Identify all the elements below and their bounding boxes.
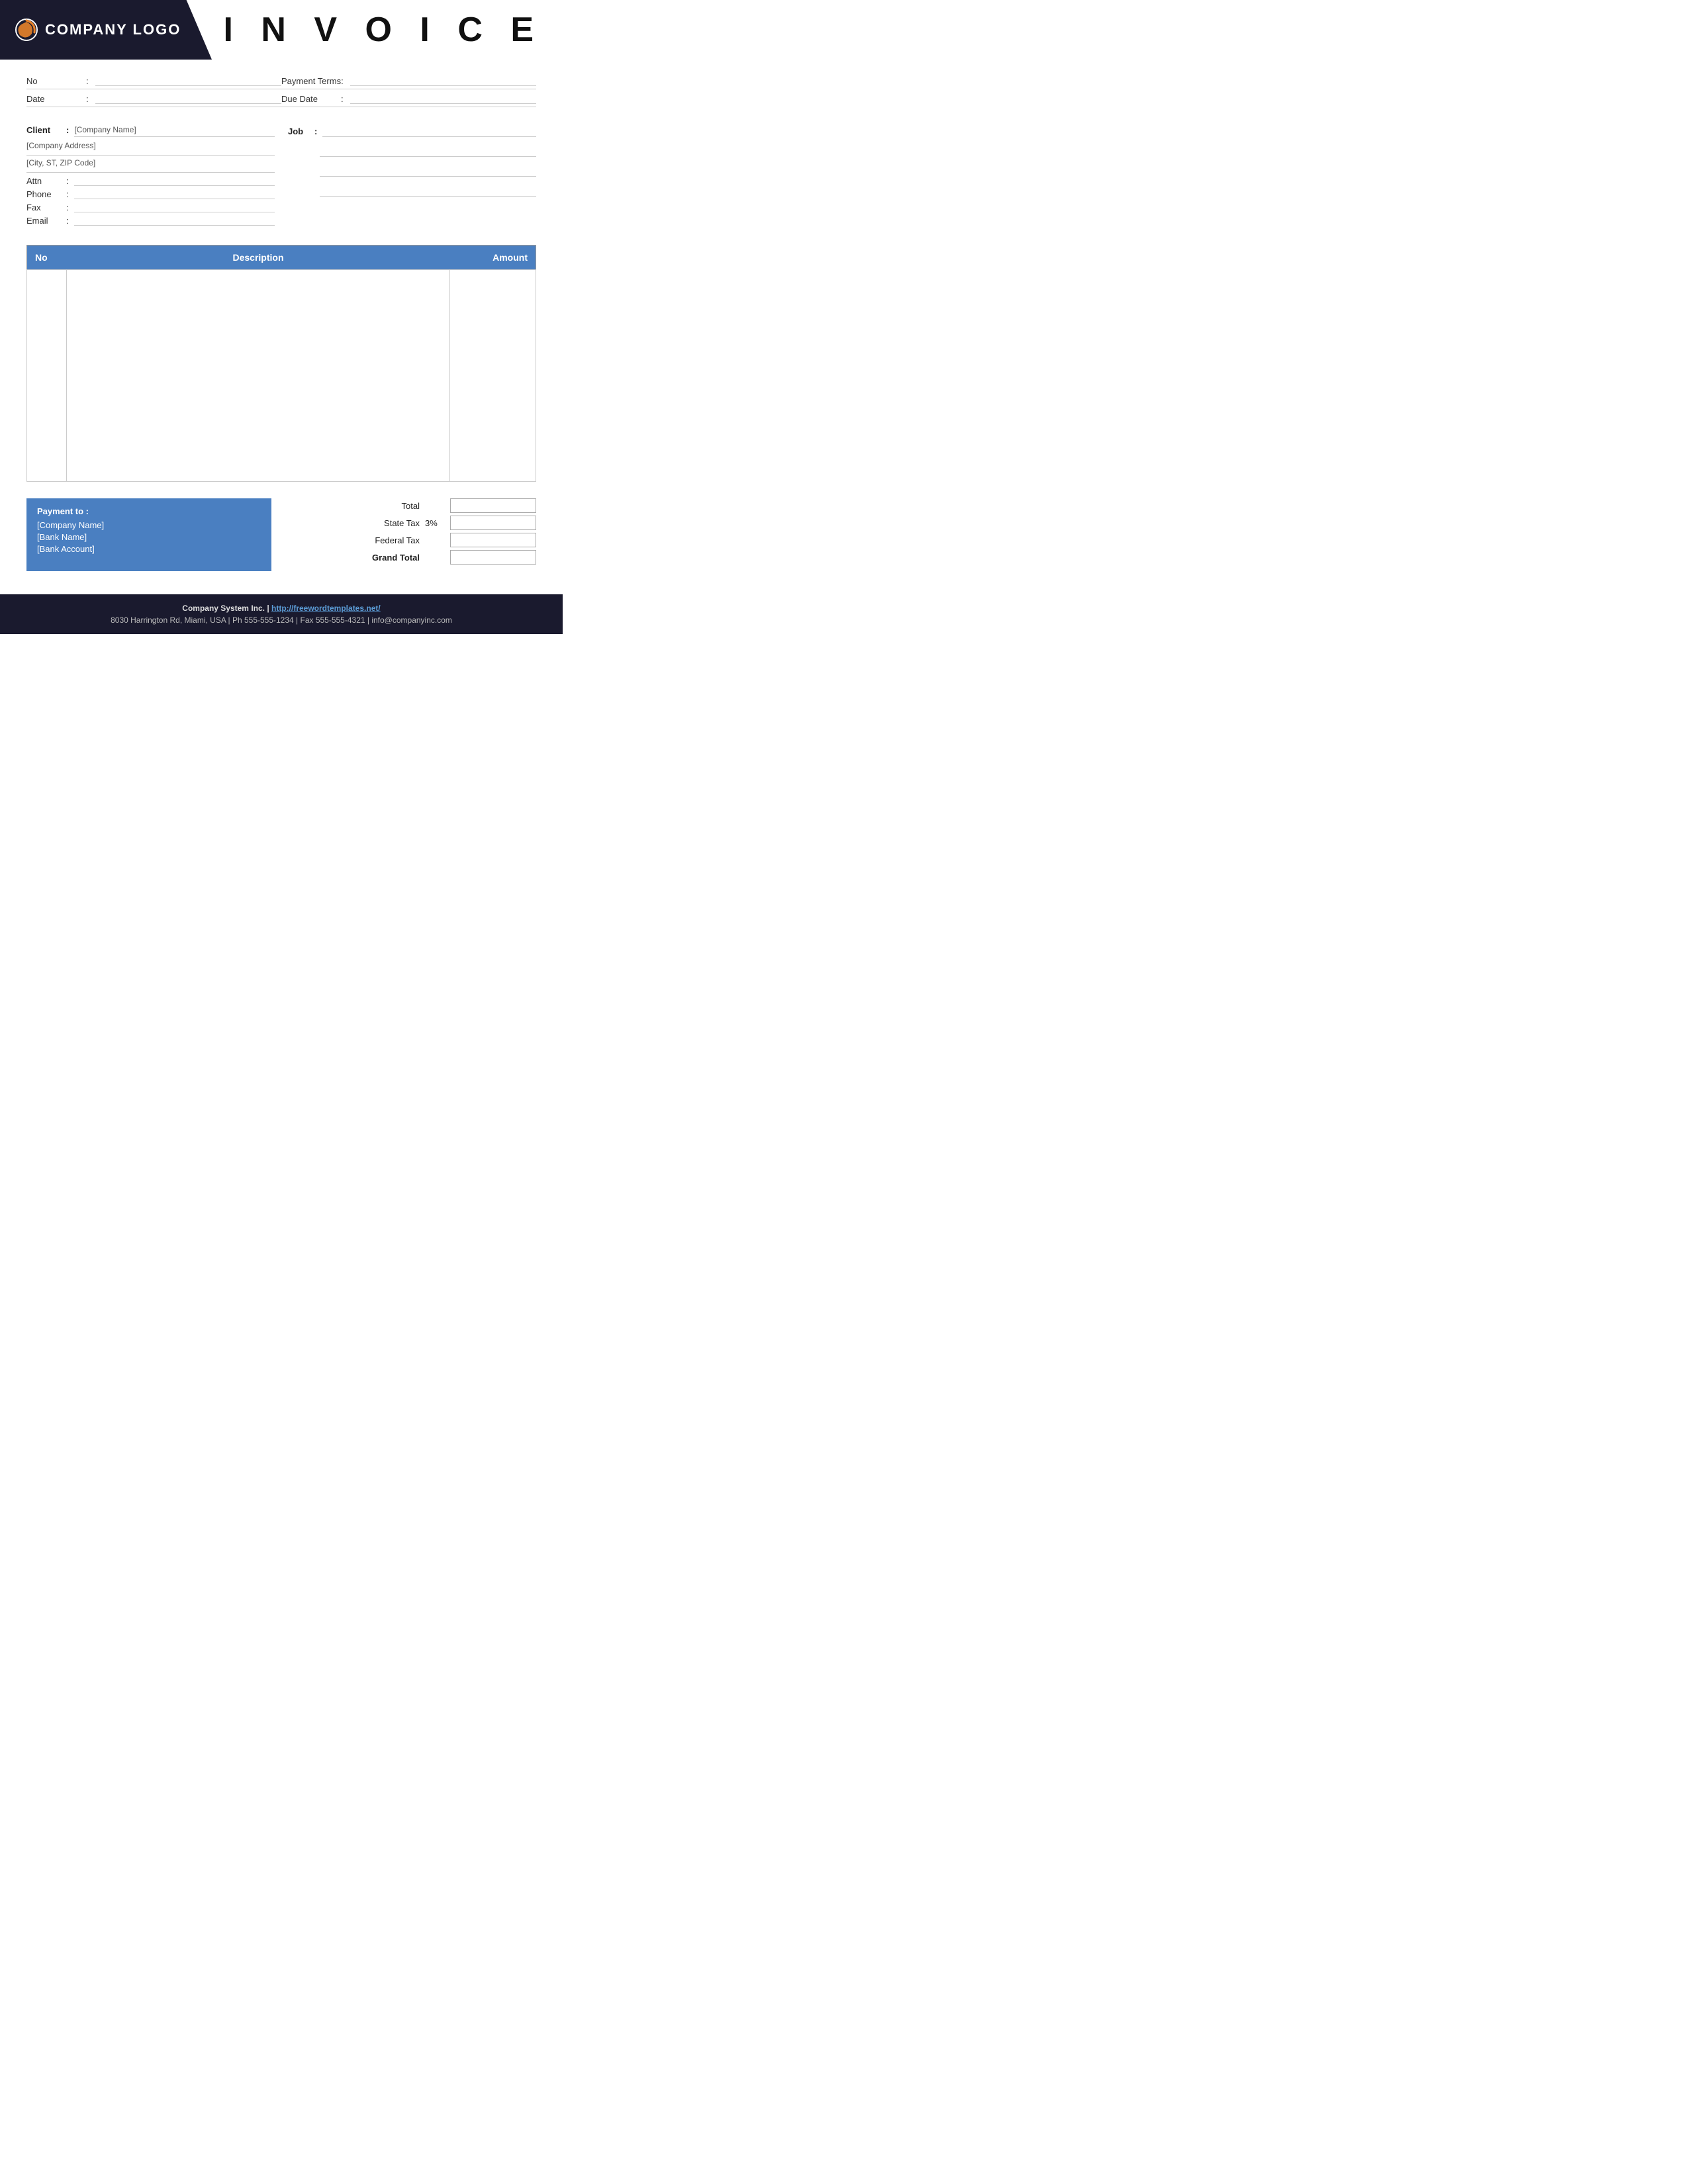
table-row [27,270,536,482]
info-section: No : Payment Terms : Date : Due Date : [0,60,563,115]
total-input[interactable] [450,498,536,513]
totals-box: Total State Tax 3% Federal Tax Grand Tot… [285,498,536,565]
invoice-title-section: I N V O I C E [212,0,563,60]
due-date-value[interactable] [350,93,536,104]
fax-label: Fax [26,203,66,212]
federal-tax-row: Federal Tax [285,533,536,547]
footer: Company System Inc. | http://freewordtem… [0,594,563,634]
table-desc-cell[interactable] [67,270,450,482]
state-tax-label: State Tax [353,518,420,528]
table-amount-cell[interactable] [450,270,536,482]
footer-line2: 8030 Harrington Rd, Miami, USA | Ph 555-… [13,615,549,625]
email-colon: : [66,216,69,226]
phone-value[interactable] [74,189,275,199]
state-tax-row: State Tax 3% [285,516,536,530]
logo-section: COMPANY LOGO [0,0,212,60]
payment-company-name: [Company Name] [37,520,261,530]
col-amount-header: Amount [450,246,536,270]
phone-label: Phone [26,189,66,199]
due-date-right: Due Date : [281,93,536,104]
header: COMPANY LOGO I N V O I C E [0,0,563,60]
date-row: Date : Due Date : [26,91,536,107]
no-colon: : [86,76,89,86]
table-header-row: No Description Amount [27,246,536,270]
total-row: Total [285,498,536,513]
attn-colon: : [66,176,69,186]
payment-terms-value[interactable] [350,75,536,86]
email-value[interactable] [74,215,275,226]
phone-row: Phone : [26,189,275,199]
payment-title: Payment to : [37,506,261,516]
no-left: No : [26,75,281,86]
client-colon: : [66,125,69,135]
grand-total-row: Grand Total [285,550,536,565]
grand-total-label: Grand Total [353,553,420,563]
date-value[interactable] [95,93,281,104]
table-section: No Description Amount [0,238,563,488]
table-no-cell[interactable] [27,270,67,482]
client-label: Client [26,125,66,135]
date-colon: : [86,94,89,104]
payment-box: Payment to : [Company Name] [Bank Name] … [26,498,271,571]
invoice-table: No Description Amount [26,245,536,482]
federal-tax-label: Federal Tax [353,535,420,545]
client-header-row: Client : [Company Name] [26,125,275,137]
email-row: Email : [26,215,275,226]
job-value-2[interactable] [320,141,536,157]
fax-row: Fax : [26,202,275,212]
invoice-title: I N V O I C E [224,10,543,50]
footer-line1: Company System Inc. | http://freewordtem… [13,604,549,613]
phone-colon: : [66,189,69,199]
col-description-header: Description [67,246,450,270]
logo-icon [13,17,40,43]
client-city-zip[interactable]: [City, ST, ZIP Code] [26,158,275,173]
due-date-colon: : [341,94,344,104]
attn-label: Attn [26,176,66,186]
email-label: Email [26,216,66,226]
attn-row: Attn : [26,175,275,186]
no-label: No [26,76,86,86]
date-label: Date [26,94,86,104]
job-value-3[interactable] [320,161,536,177]
no-value[interactable] [95,75,281,86]
logo-text: COMPANY LOGO [13,17,181,43]
payment-terms-right: Payment Terms : [281,75,536,86]
client-company-name[interactable]: [Company Name] [74,125,275,137]
job-header-row: Job : [288,125,536,137]
attn-value[interactable] [74,175,275,186]
job-right: Job : [288,125,536,228]
date-left: Date : [26,93,281,104]
fax-value[interactable] [74,202,275,212]
col-no-header: No [27,246,67,270]
footer-company-text: Company System Inc. | [182,604,271,613]
job-value-4[interactable] [320,181,536,197]
job-colon: : [314,126,317,136]
payment-bank-account: [Bank Account] [37,544,261,554]
footer-link[interactable]: http://freewordtemplates.net/ [271,604,381,613]
no-row: No : Payment Terms : [26,73,536,89]
payment-terms-colon: : [341,76,344,86]
state-tax-input[interactable] [450,516,536,530]
client-address[interactable]: [Company Address] [26,141,275,156]
client-job-section: Client : [Company Name] [Company Address… [0,115,563,238]
federal-tax-input[interactable] [450,533,536,547]
payment-terms-label: Payment Terms [281,76,341,86]
job-value-1[interactable] [322,125,536,137]
bottom-section: Payment to : [Company Name] [Bank Name] … [0,488,563,581]
due-date-label: Due Date [281,94,341,104]
client-left: Client : [Company Name] [Company Address… [26,125,275,228]
total-label: Total [353,501,420,511]
fax-colon: : [66,203,69,212]
state-tax-percent: 3% [425,518,445,528]
grand-total-input[interactable] [450,550,536,565]
payment-bank-name: [Bank Name] [37,532,261,542]
job-label: Job [288,126,314,136]
